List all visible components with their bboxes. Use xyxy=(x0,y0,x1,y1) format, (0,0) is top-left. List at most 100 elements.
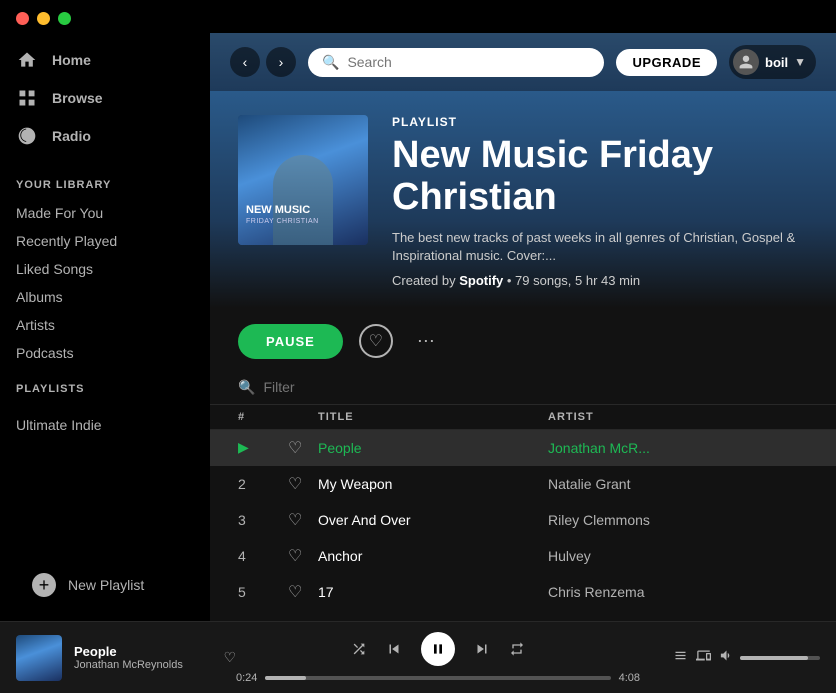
table-row[interactable]: 2 ♡ My Weapon Natalie Grant ⋯ xyxy=(210,466,836,502)
filter-bar: 🔍 xyxy=(210,371,836,405)
user-menu[interactable]: boil ▼ xyxy=(729,45,816,79)
new-playlist-button[interactable]: + New Playlist xyxy=(16,565,194,605)
now-playing-thumbnail xyxy=(16,635,62,681)
track-artist: Jonathan McR... xyxy=(548,440,748,456)
progress-track[interactable] xyxy=(265,676,610,680)
library-nav: Made For You Recently Played Liked Songs… xyxy=(0,199,210,367)
track-number: 2 xyxy=(238,476,288,492)
top-nav: ‹ › 🔍 UPGRADE boil ▼ xyxy=(210,33,836,91)
maximize-dot[interactable] xyxy=(58,12,71,25)
home-label: Home xyxy=(52,52,91,68)
more-options-button[interactable]: ⋯ xyxy=(409,324,443,358)
track-title: Anchor xyxy=(318,548,548,564)
next-button[interactable] xyxy=(473,640,491,658)
volume-track[interactable] xyxy=(740,656,820,660)
like-playlist-button[interactable]: ♡ xyxy=(359,324,393,358)
sidebar-item-radio[interactable]: Radio xyxy=(0,117,210,155)
track-artist: Chris Renzema xyxy=(548,584,748,600)
track-like-button[interactable]: ♡ xyxy=(288,510,318,530)
track-title: Over And Over xyxy=(318,512,548,528)
playlist-title: New Music Friday Christian xyxy=(392,135,808,219)
player-bar: People Jonathan McReynolds ♡ 0:24 xyxy=(0,621,836,693)
volume-icon-button[interactable] xyxy=(719,648,734,667)
volume-icon: ▶ xyxy=(238,439,249,456)
now-playing-like-button[interactable]: ♡ xyxy=(223,649,236,666)
track-number: 4 xyxy=(238,548,288,564)
search-input[interactable] xyxy=(347,54,590,70)
track-artist: Hulvey xyxy=(548,548,748,564)
app-container: Home Browse Radio YOUR LIBRARY Made For … xyxy=(0,33,836,621)
filter-input[interactable] xyxy=(263,379,444,395)
close-dot[interactable] xyxy=(16,12,29,25)
your-library-label: YOUR LIBRARY xyxy=(0,163,210,199)
minimize-dot[interactable] xyxy=(37,12,50,25)
new-playlist-label: New Playlist xyxy=(68,577,144,593)
track-title: 17 xyxy=(318,584,548,600)
playlists-section: Ultimate Indie xyxy=(0,403,210,439)
browse-label: Browse xyxy=(52,90,103,106)
cover-person-silhouette xyxy=(273,155,333,245)
col-artist: ARTIST xyxy=(548,411,748,423)
track-title: My Weapon xyxy=(318,476,548,492)
sidebar-item-recently-played[interactable]: Recently Played xyxy=(0,227,210,255)
track-like-button[interactable]: ♡ xyxy=(288,546,318,566)
browse-icon xyxy=(16,87,38,109)
playlist-description: The best new tracks of past weeks in all… xyxy=(392,229,808,265)
queue-button[interactable] xyxy=(673,648,688,667)
repeat-button[interactable] xyxy=(509,641,525,657)
now-playing-artist: Jonathan McReynolds xyxy=(74,659,211,671)
upgrade-button[interactable]: UPGRADE xyxy=(616,49,717,76)
progress-bar-area: 0:24 4:08 xyxy=(236,672,640,684)
sidebar-item-ultimate-indie[interactable]: Ultimate Indie xyxy=(0,411,210,439)
nav-arrows: ‹ › xyxy=(230,47,296,77)
track-number: ▶ xyxy=(238,439,288,456)
track-number: 5 xyxy=(238,584,288,600)
plus-icon: + xyxy=(32,573,56,597)
now-playing-title: People xyxy=(74,644,211,659)
playlist-header: New Music FRIDAY CHRISTIAN PLAYLIST New … xyxy=(210,91,836,308)
previous-button[interactable] xyxy=(385,640,403,658)
col-num: # xyxy=(238,411,288,423)
sidebar-item-albums[interactable]: Albums xyxy=(0,283,210,311)
track-list-header: # TITLE ARTIST xyxy=(210,405,836,430)
track-like-button[interactable]: ♡ xyxy=(288,582,318,602)
playlist-cover: New Music FRIDAY CHRISTIAN xyxy=(238,115,368,245)
total-time: 4:08 xyxy=(619,672,640,684)
track-like-button[interactable]: ♡ xyxy=(288,474,318,494)
sidebar-item-home[interactable]: Home xyxy=(0,41,210,79)
playlist-meta: Created by Spotify • 79 songs, 5 hr 43 m… xyxy=(392,273,808,288)
search-bar[interactable]: 🔍 xyxy=(308,48,604,77)
user-avatar-icon xyxy=(733,49,759,75)
filter-icon: 🔍 xyxy=(238,379,255,396)
playlists-label: PLAYLISTS xyxy=(0,367,210,403)
devices-button[interactable] xyxy=(696,648,711,667)
radio-label: Radio xyxy=(52,128,91,144)
sidebar-item-artists[interactable]: Artists xyxy=(0,311,210,339)
back-button[interactable]: ‹ xyxy=(230,47,260,77)
search-icon: 🔍 xyxy=(322,54,339,71)
player-buttons xyxy=(351,632,525,666)
table-row[interactable]: 5 ♡ 17 Chris Renzema ⋯ xyxy=(210,574,836,610)
radio-icon xyxy=(16,125,38,147)
col-title: TITLE xyxy=(318,411,548,423)
table-row[interactable]: ▶ ♡ People Jonathan McR... ⋯ xyxy=(210,430,836,466)
user-name: boil xyxy=(765,55,788,70)
table-row[interactable]: 4 ♡ Anchor Hulvey ⋯ xyxy=(210,538,836,574)
window-controls xyxy=(0,0,836,33)
controls-bar: PAUSE ♡ ⋯ xyxy=(210,308,836,371)
pause-button[interactable]: PAUSE xyxy=(238,324,343,359)
table-row[interactable]: 3 ♡ Over And Over Riley Clemmons ⋯ xyxy=(210,502,836,538)
player-pause-button[interactable] xyxy=(421,632,455,666)
sidebar-item-podcasts[interactable]: Podcasts xyxy=(0,339,210,367)
sidebar-item-browse[interactable]: Browse xyxy=(0,79,210,117)
track-list: ▶ ♡ People Jonathan McR... ⋯ 2 ♡ My Weap… xyxy=(210,430,836,621)
cover-image: New Music FRIDAY CHRISTIAN xyxy=(238,115,368,245)
player-right-controls xyxy=(640,648,820,667)
current-time: 0:24 xyxy=(236,672,257,684)
sidebar-item-liked-songs[interactable]: Liked Songs xyxy=(0,255,210,283)
forward-button[interactable]: › xyxy=(266,47,296,77)
track-like-button[interactable]: ♡ xyxy=(288,438,318,458)
shuffle-button[interactable] xyxy=(351,641,367,657)
sidebar-item-made-for-you[interactable]: Made For You xyxy=(0,199,210,227)
track-artist: Riley Clemmons xyxy=(548,512,748,528)
